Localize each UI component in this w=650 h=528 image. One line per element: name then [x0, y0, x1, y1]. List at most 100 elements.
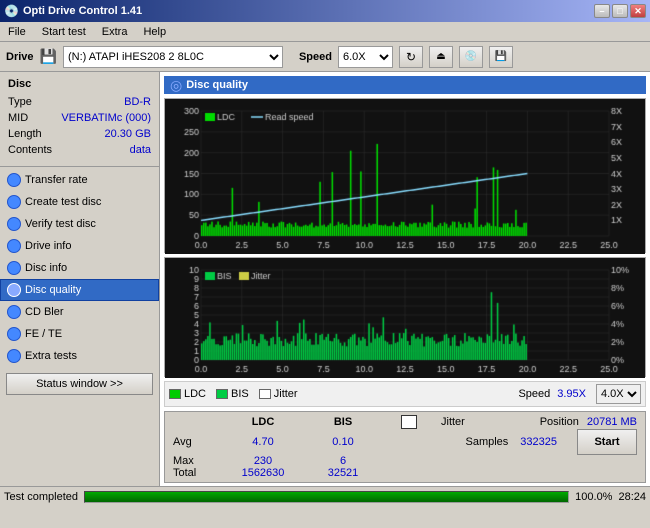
nav-icon-transfer — [7, 173, 21, 187]
total-label: Total — [173, 467, 213, 479]
right-panel: ◎ Disc quality LDC BIS Jitter — [160, 72, 650, 486]
nav-label-cd-bler: CD Bler — [25, 306, 64, 318]
max-label: Max — [173, 455, 213, 467]
ldc-legend-box — [169, 389, 181, 399]
jitter-checkbox-indicator — [401, 415, 417, 429]
speed-label: Speed — [299, 51, 332, 63]
samples-label: Samples — [465, 436, 508, 448]
max-ldc: 230 — [233, 455, 293, 467]
bis-legend-label: BIS — [231, 388, 249, 400]
chart-title: Disc quality — [186, 79, 248, 91]
disc-row-length: Length 20.30 GB — [8, 126, 151, 142]
app-icon: 💿 — [4, 4, 19, 18]
disc-mid-value: VERBATIMc (000) — [61, 110, 151, 126]
legend-row: LDC BIS Jitter Speed 3.95X 4.0X — [164, 381, 646, 407]
nav-create-test-disc[interactable]: Create test disc — [0, 191, 159, 213]
chart-header: ◎ Disc quality — [164, 76, 646, 94]
drive-label: Drive — [6, 51, 34, 63]
app-title: Opti Drive Control 1.41 — [23, 5, 142, 17]
nav-verify-test-disc[interactable]: Verify test disc — [0, 213, 159, 235]
top-chart-container — [164, 98, 646, 253]
eject-button[interactable]: ⏏ — [429, 46, 453, 68]
disc-row-type: Type BD-R — [8, 94, 151, 110]
max-bis: 6 — [313, 455, 373, 467]
top-chart — [165, 99, 645, 254]
disc-contents-value: data — [130, 142, 151, 158]
progress-bar — [84, 491, 569, 503]
nav-label-verify-test-disc: Verify test disc — [25, 218, 96, 230]
drive-icon: 💾 — [40, 48, 57, 65]
nav-disc-quality[interactable]: Disc quality — [0, 279, 159, 301]
status-window-button[interactable]: Status window >> — [6, 373, 153, 395]
nav-icon-create — [7, 195, 21, 209]
chart-speed-select[interactable]: 4.0X — [596, 384, 641, 404]
save-button[interactable]: 💾 — [489, 46, 513, 68]
maximize-button[interactable]: □ — [612, 4, 628, 18]
bis-legend-box — [216, 389, 228, 399]
menu-file[interactable]: File — [4, 24, 30, 40]
status-percent: 100.0% — [575, 491, 612, 503]
bottom-chart — [165, 258, 645, 378]
nav-cd-bler[interactable]: CD Bler — [0, 301, 159, 323]
stats-area: LDC BIS Jitter Position 20781 MB Avg 4.7… — [164, 411, 646, 483]
legend-speed: Speed 3.95X — [518, 388, 586, 400]
menu-start-test[interactable]: Start test — [38, 24, 90, 40]
menu-help[interactable]: Help — [139, 24, 170, 40]
nav-drive-info[interactable]: Drive info — [0, 235, 159, 257]
legend-ldc: LDC — [169, 388, 206, 400]
main-layout: Disc Type BD-R MID VERBATIMc (000) Lengt… — [0, 72, 650, 486]
menubar: File Start test Extra Help — [0, 22, 650, 42]
nav-icon-drive-info — [7, 239, 21, 253]
avg-ldc: 4.70 — [233, 436, 293, 448]
disc-section-header: Disc — [0, 76, 159, 92]
drive-select[interactable]: (N:) ATAPI iHES208 2 8L0C — [63, 46, 283, 68]
titlebar: 💿 Opti Drive Control 1.41 – □ ✕ — [0, 0, 650, 22]
menu-extra[interactable]: Extra — [98, 24, 132, 40]
total-bis: 32521 — [313, 467, 373, 479]
disc-mid-label: MID — [8, 110, 28, 126]
titlebar-left: 💿 Opti Drive Control 1.41 — [4, 4, 142, 18]
legend-jitter: Jitter — [259, 388, 298, 400]
drivebar: Drive 💾 (N:) ATAPI iHES208 2 8L0C Speed … — [0, 42, 650, 72]
disc-length-label: Length — [8, 126, 42, 142]
disc-type-value: BD-R — [124, 94, 151, 110]
nav-label-fe-te: FE / TE — [25, 328, 62, 340]
total-ldc: 1562630 — [233, 467, 293, 479]
nav-fe-te[interactable]: FE / TE — [0, 323, 159, 345]
progress-bar-inner — [85, 492, 568, 502]
nav-transfer-rate[interactable]: Transfer rate — [0, 169, 159, 191]
legend-bis: BIS — [216, 388, 249, 400]
speed-value-legend: 3.95X — [557, 388, 586, 400]
minimize-button[interactable]: – — [594, 4, 610, 18]
nav-extra-tests[interactable]: Extra tests — [0, 345, 159, 367]
status-window-label: Status window >> — [36, 378, 123, 390]
nav-icon-disc-quality — [7, 283, 21, 297]
start-button[interactable]: Start — [577, 429, 637, 455]
refresh-button[interactable]: ↻ — [399, 46, 423, 68]
status-time: 28:24 — [618, 491, 646, 503]
bottom-chart-container — [164, 257, 646, 377]
disc-type-label: Type — [8, 94, 32, 110]
stats-ldc-header: LDC — [233, 416, 293, 428]
left-panel: Disc Type BD-R MID VERBATIMc (000) Lengt… — [0, 72, 160, 486]
nav-label-transfer-rate: Transfer rate — [25, 174, 88, 186]
nav-icon-fe-te — [7, 327, 21, 341]
nav-disc-info[interactable]: Disc info — [0, 257, 159, 279]
stats-avg-row: Avg 4.70 0.10 Samples 332325 Start — [173, 429, 637, 455]
nav-label-disc-info: Disc info — [25, 262, 67, 274]
stats-right-samples: Samples 332325 — [465, 436, 557, 448]
stats-max-row: Max 230 6 — [173, 455, 637, 467]
ldc-legend-label: LDC — [184, 388, 206, 400]
jitter-legend-box — [259, 389, 271, 399]
stats-right: Position 20781 MB — [540, 416, 637, 428]
disc-row-mid: MID VERBATIMc (000) — [8, 110, 151, 126]
titlebar-buttons: – □ ✕ — [594, 4, 646, 18]
position-value: 20781 MB — [587, 416, 637, 428]
avg-bis: 0.10 — [313, 436, 373, 448]
stats-headers-row: LDC BIS Jitter Position 20781 MB — [173, 415, 637, 429]
disc-button[interactable]: 💿 — [459, 46, 483, 68]
speed-select[interactable]: 6.0X — [338, 46, 393, 68]
disc-length-value: 20.30 GB — [105, 126, 151, 142]
close-button[interactable]: ✕ — [630, 4, 646, 18]
nav-label-extra-tests: Extra tests — [25, 350, 77, 362]
